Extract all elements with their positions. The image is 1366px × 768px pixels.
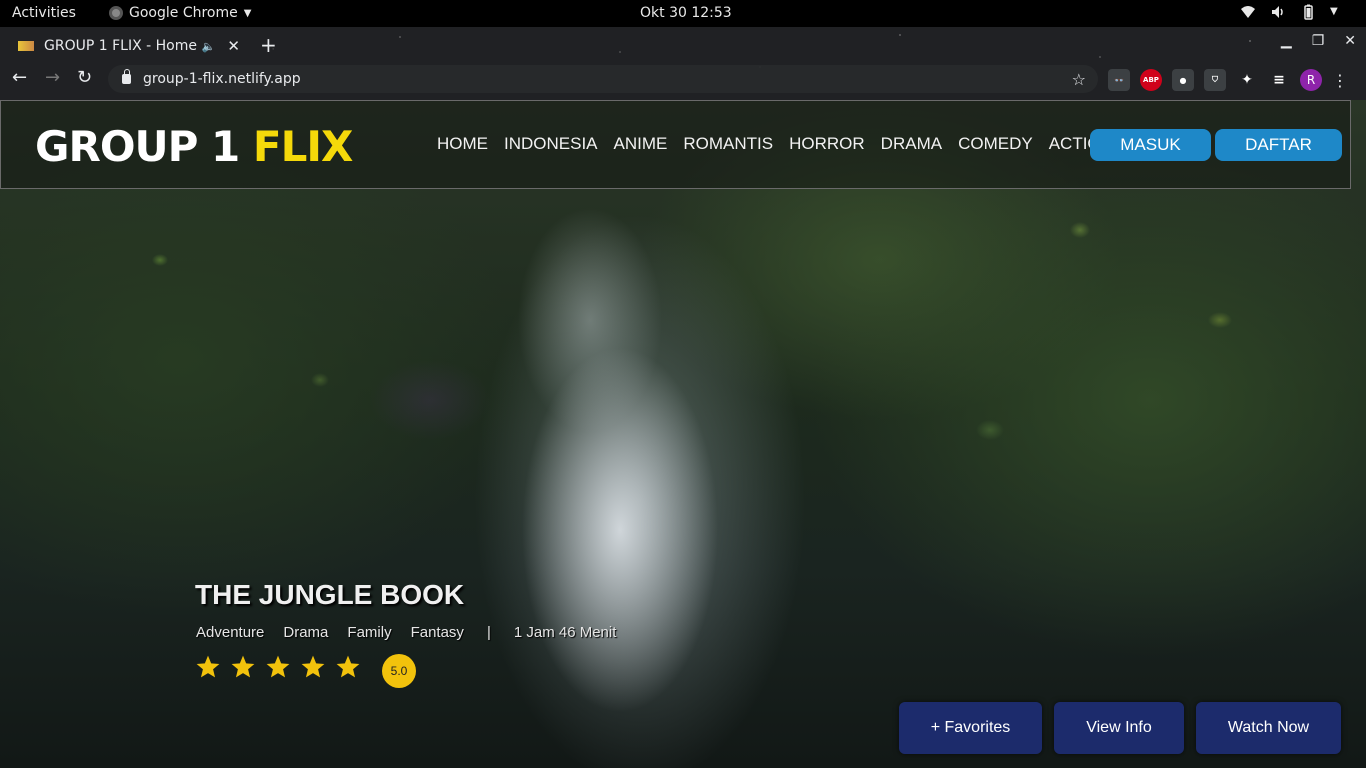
audio-icon[interactable]: 🔈 — [202, 40, 216, 53]
star-icon — [196, 655, 220, 678]
favicon-icon — [18, 41, 34, 51]
star-icon — [231, 655, 255, 678]
add-favorites-button[interactable]: + Favorites — [899, 702, 1042, 754]
tab-title: GROUP 1 FLIX - Home — [44, 38, 197, 54]
profile-avatar[interactable]: R — [1300, 69, 1322, 91]
genre-separator: | — [486, 624, 491, 641]
extensions-bar: 👓 ABP ● ⛉ ✦ ≡ R ⋮ — [1108, 69, 1348, 91]
menu-kebab-icon[interactable]: ⋮ — [1332, 71, 1348, 90]
genre-tag: Adventure — [196, 624, 265, 641]
rating-badge: 5.0 — [382, 654, 416, 688]
new-tab-button[interactable]: + — [260, 33, 277, 57]
login-button[interactable]: MASUK — [1090, 129, 1211, 161]
minimize-icon[interactable]: ▁ — [1281, 33, 1292, 49]
nav-indonesia[interactable]: INDONESIA — [504, 134, 598, 154]
main-menu: HOME INDONESIA ANIME ROMANTIS HORROR DRA… — [437, 134, 1113, 154]
site-logo[interactable]: GROUP 1 FLIX — [35, 122, 353, 171]
watch-now-button[interactable]: Watch Now — [1196, 702, 1341, 754]
bookmark-star-icon[interactable]: ☆ — [1072, 70, 1086, 89]
page-scrollbar[interactable] — [1351, 100, 1366, 768]
back-arrow-icon[interactable]: ← — [12, 67, 27, 88]
battery-icon — [1304, 4, 1313, 20]
browser-tab[interactable]: GROUP 1 FLIX - Home 🔈 ✕ — [8, 31, 246, 61]
genre-tag: Fantasy — [410, 624, 464, 641]
address-bar[interactable]: group-1-flix.netlify.app ☆ — [108, 65, 1098, 93]
window-controls: ▁ ❐ ✕ — [1281, 33, 1356, 49]
browser-toolbar: ← → ↻ group-1-flix.netlify.app ☆ 👓 ABP ●… — [0, 63, 1366, 97]
close-window-icon[interactable]: ✕ — [1344, 33, 1356, 49]
genre-tag: Drama — [283, 624, 329, 641]
rating-stars — [195, 654, 361, 680]
genre-tag: Family — [347, 624, 392, 641]
adblock-extension-icon[interactable]: ABP — [1140, 69, 1162, 91]
nav-home[interactable]: HOME — [437, 134, 488, 154]
power-menu-caret-icon: ▼ — [1330, 6, 1338, 17]
system-tray[interactable]: ▼ — [1240, 4, 1346, 20]
nav-romantis[interactable]: ROMANTIS — [683, 134, 773, 154]
lock-icon[interactable] — [122, 69, 131, 84]
nav-comedy[interactable]: COMEDY — [958, 134, 1033, 154]
app-menu-label: Google Chrome — [129, 5, 238, 21]
movie-title: THE JUNGLE BOOK — [195, 579, 465, 610]
activities-button[interactable]: Activities — [12, 5, 76, 21]
nav-horror[interactable]: HORROR — [789, 134, 865, 154]
reload-icon[interactable]: ↻ — [77, 67, 92, 88]
star-icon — [301, 655, 325, 678]
nav-anime[interactable]: ANIME — [614, 134, 668, 154]
movie-genres: Adventure Drama Family Fantasy | 1 Jam 4… — [196, 624, 616, 641]
logo-text-accent: FLIX — [252, 122, 353, 171]
close-tab-icon[interactable]: ✕ — [227, 37, 240, 55]
media-queue-icon[interactable]: ≡ — [1268, 69, 1290, 91]
url-text[interactable]: group-1-flix.netlify.app — [143, 71, 1072, 87]
nav-drama[interactable]: DRAMA — [881, 134, 942, 154]
star-icon — [336, 655, 360, 678]
forward-arrow-icon[interactable]: → — [45, 67, 60, 88]
star-icon — [266, 655, 290, 678]
movie-duration: 1 Jam 46 Menit — [513, 624, 617, 641]
puzzle-extensions-icon[interactable]: ✦ — [1236, 69, 1258, 91]
browser-chrome: GROUP 1 FLIX - Home 🔈 ✕ + ▁ ❐ ✕ ← → ↻ gr… — [0, 27, 1366, 100]
clock[interactable]: Okt 30 12:53 — [640, 5, 732, 21]
chrome-icon — [109, 6, 123, 20]
view-info-button[interactable]: View Info — [1054, 702, 1184, 754]
bug-extension-icon[interactable]: ● — [1172, 69, 1194, 91]
volume-icon — [1272, 6, 1283, 18]
glasses-extension-icon[interactable]: 👓 — [1108, 69, 1130, 91]
system-top-bar: Activities Google Chrome ▼ Okt 30 12:53 … — [0, 0, 1366, 27]
wifi-icon — [1241, 6, 1255, 18]
caret-down-icon: ▼ — [243, 7, 252, 19]
register-button[interactable]: DAFTAR — [1215, 129, 1342, 161]
hero-section: GROUP 1 FLIX HOME INDONESIA ANIME ROMANT… — [0, 100, 1366, 768]
app-menu[interactable]: Google Chrome ▼ — [109, 5, 251, 21]
logo-text-main: GROUP 1 — [35, 122, 253, 171]
shield-extension-icon[interactable]: ⛉ — [1204, 69, 1226, 91]
restore-icon[interactable]: ❐ — [1312, 33, 1325, 49]
site-navbar: GROUP 1 FLIX HOME INDONESIA ANIME ROMANT… — [0, 100, 1351, 189]
